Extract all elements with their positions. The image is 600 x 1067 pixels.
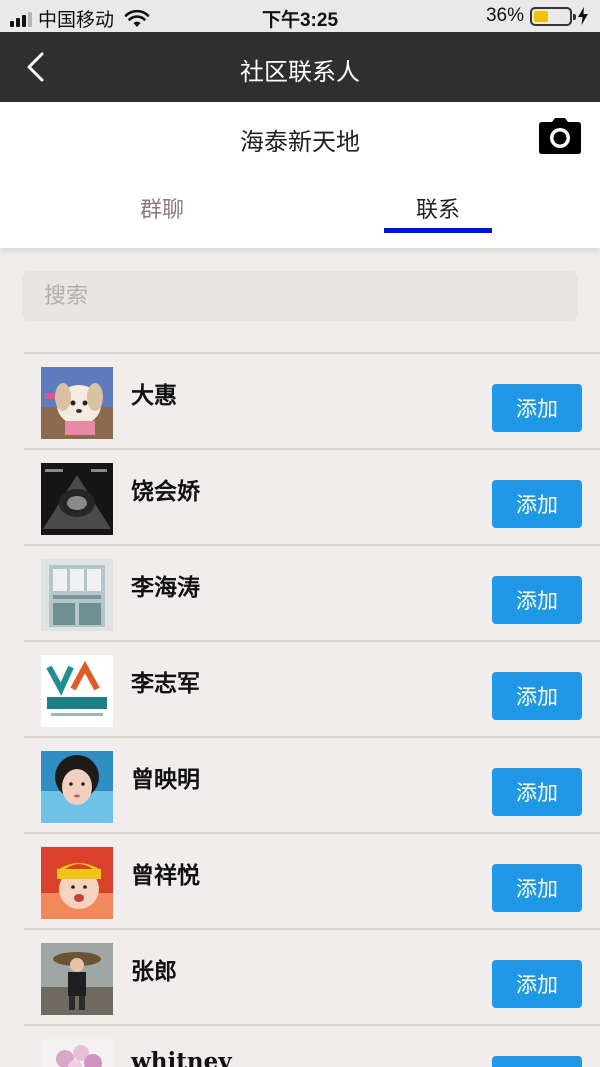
contact-name: 饶会娇 [131, 479, 200, 505]
avatar [41, 463, 113, 535]
contact-name: 李志军 [131, 671, 200, 697]
contact-name: 李海涛 [131, 575, 200, 601]
status-bar: 中国移动 下午3:25 36% [0, 0, 600, 32]
avatar [41, 847, 113, 919]
tab-contacts[interactable]: 联系 [384, 192, 492, 224]
page-title: 社区联系人 [240, 58, 360, 86]
add-contact-button[interactable]: 添加 [492, 768, 582, 816]
contact-row: 李海涛 添加 [24, 544, 600, 640]
add-contact-button[interactable]: 添加 [492, 384, 582, 432]
status-right: 36% [486, 5, 588, 27]
contact-row: 张郎 添加 [24, 928, 600, 1024]
community-header: 海泰新天地 群聊 联系 [0, 102, 600, 248]
avatar [41, 367, 113, 439]
contact-row: 大惠 添加 [24, 352, 600, 448]
add-contact-button[interactable]: 添加 [492, 480, 582, 528]
charging-icon [578, 7, 588, 25]
avatar [41, 943, 113, 1015]
add-contact-button[interactable]: 添加 [492, 672, 582, 720]
avatar [41, 751, 113, 823]
tab-group-chat[interactable]: 群聊 [100, 192, 224, 224]
battery-icon [530, 6, 576, 26]
avatar [41, 559, 113, 631]
contact-list: 大惠 添加 饶会娇 添加 李海涛 添加 李志军 添加 曾映明 添加 曾祥悦 添加… [0, 352, 600, 1067]
add-contact-button[interactable]: 添加 [492, 576, 582, 624]
avatar [41, 1039, 113, 1067]
add-contact-button[interactable]: 添加 [492, 1056, 582, 1067]
contact-name: 大惠 [131, 383, 177, 409]
contact-name: 曾祥悦 [131, 863, 200, 889]
nav-bar: 社区联系人 [0, 32, 600, 102]
active-tab-indicator [384, 228, 492, 233]
add-contact-button[interactable]: 添加 [492, 960, 582, 1008]
contact-name: 曾映明 [131, 767, 200, 793]
contact-row: 饶会娇 添加 [24, 448, 600, 544]
avatar [41, 655, 113, 727]
battery-percent: 36% [485, 5, 524, 26]
contact-row: 曾祥悦 添加 [24, 832, 600, 928]
search-input[interactable] [22, 271, 578, 321]
camera-icon[interactable] [538, 116, 582, 156]
contact-row: whitney 添加 [24, 1024, 600, 1067]
add-contact-button[interactable]: 添加 [492, 864, 582, 912]
contact-name: whitney [131, 1048, 232, 1067]
contact-name: 张郎 [131, 959, 177, 985]
contact-row: 李志军 添加 [24, 640, 600, 736]
contact-row: 曾映明 添加 [24, 736, 600, 832]
community-name: 海泰新天地 [240, 128, 360, 156]
battery-level [534, 10, 548, 22]
